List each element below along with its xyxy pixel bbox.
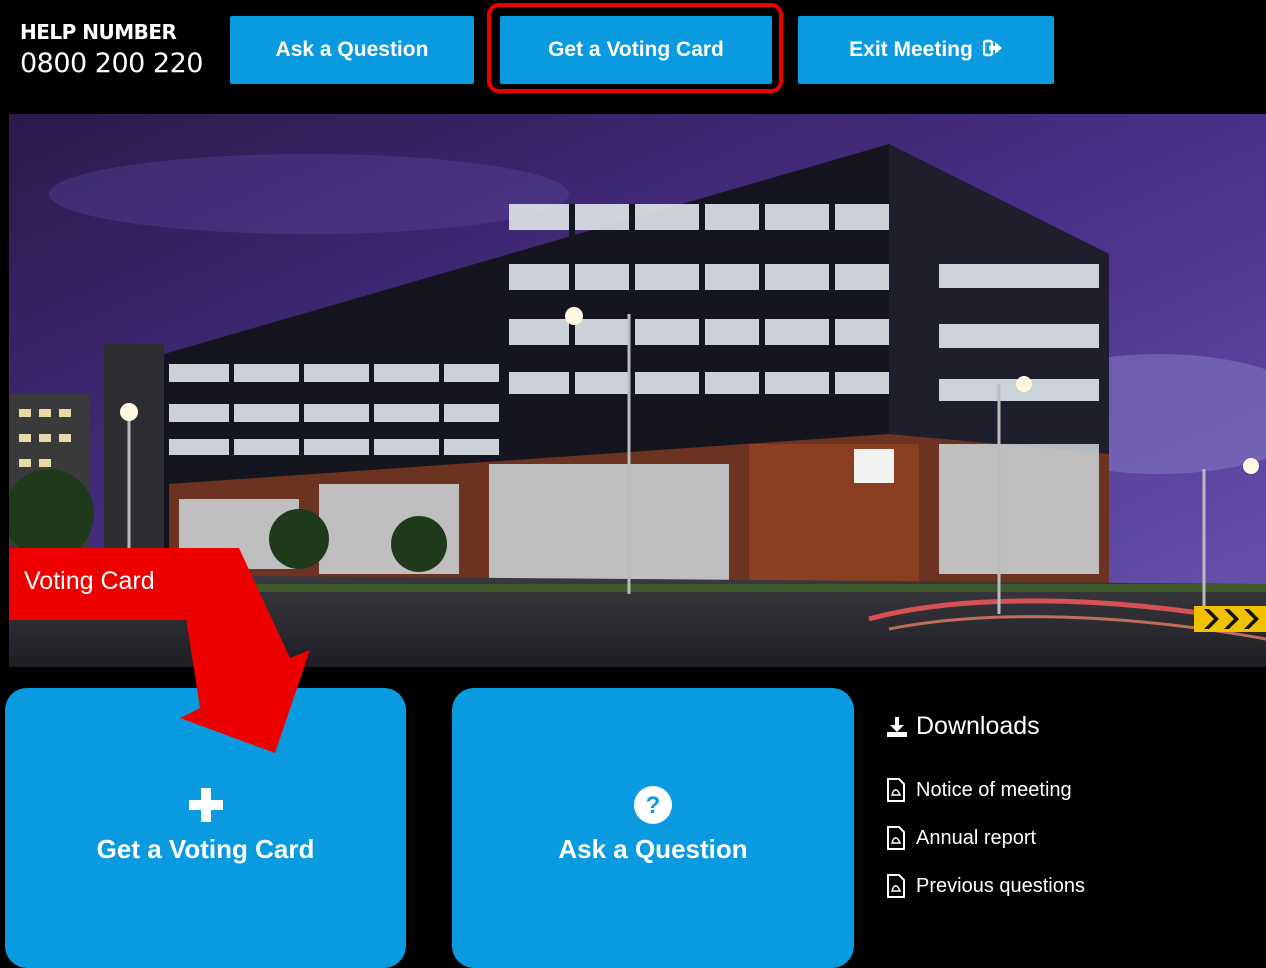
sign-out-icon [982, 39, 1003, 62]
pdf-file-icon [886, 778, 906, 802]
download-link-annual-report[interactable]: Annual report [886, 826, 1036, 850]
download-icon [886, 716, 908, 738]
svg-text:?: ? [646, 792, 661, 819]
get-voting-card-tile-label: Get a Voting Card [96, 833, 315, 864]
exit-meeting-button-label: Exit Meeting [849, 38, 973, 61]
help-block: HELP NUMBER 0800 200 220 [20, 22, 203, 77]
pdf-file-icon [886, 826, 906, 850]
plus-icon [188, 784, 223, 826]
question-circle-icon: ? [634, 784, 672, 826]
ask-question-button[interactable]: Ask a Question [230, 16, 474, 84]
downloads-title: Downloads [916, 712, 1040, 740]
downloads-heading: Downloads [886, 712, 1040, 741]
help-label: HELP NUMBER [20, 20, 177, 44]
download-link-label: Annual report [916, 826, 1037, 849]
ask-question-tile[interactable]: ? Ask a Question [452, 688, 854, 968]
exit-meeting-button[interactable]: Exit Meeting [798, 16, 1054, 84]
get-voting-card-tile[interactable]: Get a Voting Card [5, 688, 406, 968]
download-link-label: Previous questions [916, 874, 1085, 897]
download-link-notice-of-meeting[interactable]: Notice of meeting [886, 778, 1072, 802]
download-link-previous-questions[interactable]: Previous questions [886, 874, 1085, 898]
pdf-file-icon [886, 874, 906, 898]
download-link-label: Notice of meeting [916, 778, 1072, 801]
ask-question-button-label: Ask a Question [275, 38, 429, 61]
help-phone-number: 0800 200 220 [20, 48, 203, 79]
annotation-label: Voting Card [24, 567, 155, 595]
highlight-frame [487, 3, 783, 93]
ask-question-tile-label: Ask a Question [558, 833, 748, 864]
